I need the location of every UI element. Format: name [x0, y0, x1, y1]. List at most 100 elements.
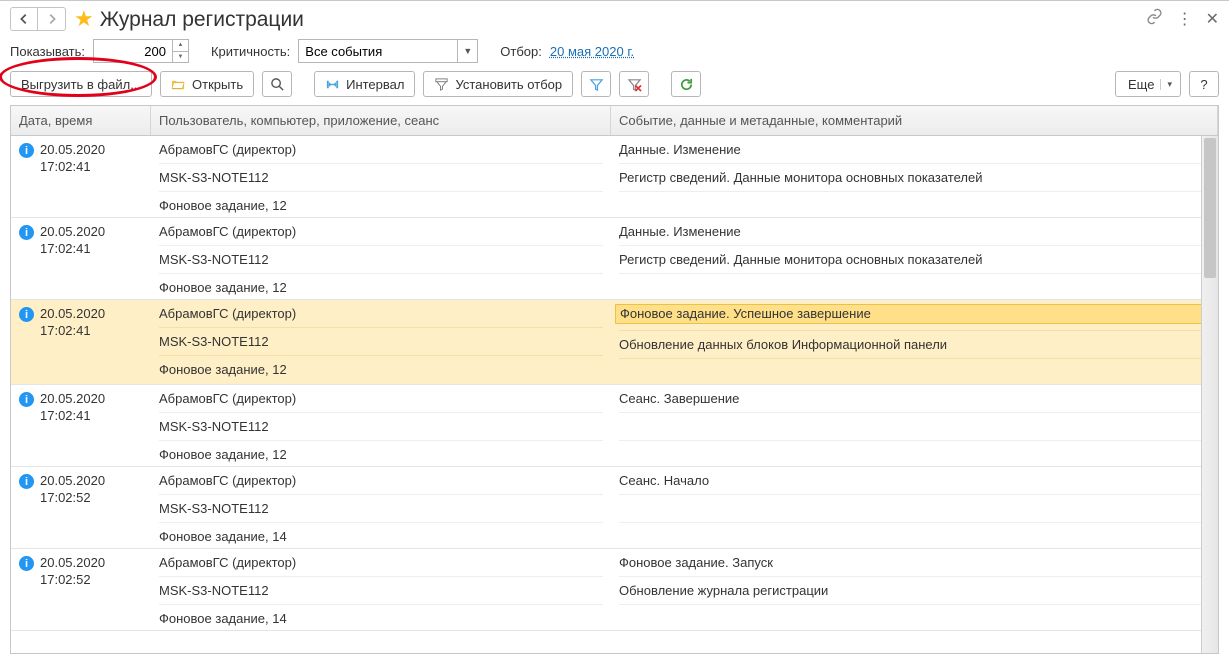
row-event-detail: Регистр сведений. Данные монитора основн… — [619, 163, 1210, 185]
table-row[interactable]: i 20.05.202017:02:41 АбрамовГС (директор) M… — [11, 218, 1218, 300]
selection-label: Отбор: — [500, 44, 542, 59]
export-to-file-button[interactable]: Выгрузить в файл... — [10, 71, 152, 97]
info-icon: i — [19, 556, 34, 571]
nav-forward-button[interactable] — [38, 7, 66, 31]
row-date: 20.05.2020 — [40, 142, 105, 159]
table-row[interactable]: i 20.05.202017:02:52 АбрамовГС (директор) M… — [11, 549, 1218, 631]
interval-icon — [325, 77, 340, 92]
interval-button[interactable]: Интервал — [314, 71, 415, 97]
row-user: АбрамовГС (директор) — [159, 391, 603, 406]
row-event-comment — [619, 522, 1210, 544]
row-host: MSK-S3-NOTE112 — [159, 327, 603, 349]
more-button-label: Еще — [1128, 77, 1154, 92]
table-row[interactable]: i 20.05.202017:02:41 АбрамовГС (директор) M… — [11, 385, 1218, 467]
row-event-detail: Регистр сведений. Данные монитора основн… — [619, 245, 1210, 267]
set-filter-button-label: Установить отбор — [455, 77, 562, 92]
table-row[interactable]: i20.05.202017:02:41АбрамовГС (директор)M… — [11, 300, 1218, 385]
folder-open-icon — [171, 77, 186, 92]
filter-funnel-button[interactable] — [581, 71, 611, 97]
export-button-label: Выгрузить в файл... — [21, 77, 141, 92]
vertical-scrollbar[interactable] — [1201, 136, 1218, 653]
row-event-detail — [619, 412, 1210, 434]
row-date: 20.05.2020 — [40, 391, 105, 408]
show-count-input[interactable] — [93, 39, 173, 63]
row-host: MSK-S3-NOTE112 — [159, 494, 603, 516]
row-event-comment — [619, 604, 1210, 626]
funnel-clear-icon — [627, 77, 642, 92]
info-icon: i — [19, 143, 34, 158]
row-task: Фоновое задание, 12 — [159, 191, 603, 213]
info-icon: i — [19, 307, 34, 322]
link-icon[interactable] — [1146, 8, 1163, 30]
table-row[interactable]: i 20.05.202017:02:41 АбрамовГС (директор) M… — [11, 136, 1218, 218]
row-time: 17:02:52 — [40, 572, 105, 589]
row-event: Сеанс. Начало — [619, 473, 1210, 488]
row-user: АбрамовГС (директор) — [159, 555, 603, 570]
chevron-down-icon: ▾ — [1160, 79, 1172, 90]
row-event-detail: Обновление журнала регистрации — [619, 576, 1210, 598]
row-date: 20.05.2020 — [40, 224, 105, 241]
row-task: Фоновое задание, 14 — [159, 604, 603, 626]
info-icon: i — [19, 392, 34, 407]
help-button-label: ? — [1200, 77, 1207, 92]
selection-date-link[interactable]: 20 мая 2020 г. — [550, 44, 634, 59]
info-icon: i — [19, 474, 34, 489]
column-header-event[interactable]: Событие, данные и метаданные, комментари… — [611, 106, 1218, 135]
row-user: АбрамовГС (директор) — [159, 142, 603, 157]
table-row[interactable]: i 20.05.202017:02:52 АбрамовГС (директор) M… — [11, 467, 1218, 549]
column-header-user[interactable]: Пользователь, компьютер, приложение, сеа… — [151, 106, 611, 135]
row-host: MSK-S3-NOTE112 — [159, 412, 603, 434]
close-icon[interactable]: ✕ — [1206, 9, 1219, 29]
show-label: Показывать: — [10, 44, 85, 59]
row-task: Фоновое задание, 14 — [159, 522, 603, 544]
clear-filter-button[interactable] — [619, 71, 649, 97]
row-date: 20.05.2020 — [40, 473, 105, 490]
severity-label: Критичность: — [211, 44, 290, 59]
row-event: Фоновое задание. Запуск — [619, 555, 1210, 570]
row-time: 17:02:41 — [40, 323, 105, 340]
row-task: Фоновое задание, 12 — [159, 355, 603, 377]
open-button-label: Открыть — [192, 77, 243, 92]
funnel-icon — [589, 77, 604, 92]
row-task: Фоновое задание, 12 — [159, 440, 603, 462]
row-host: MSK-S3-NOTE112 — [159, 576, 603, 598]
show-count-spinner[interactable]: ▲▼ — [173, 39, 189, 63]
open-button[interactable]: Открыть — [160, 71, 254, 97]
row-date: 20.05.2020 — [40, 555, 105, 572]
row-event: Фоновое задание. Успешное завершение — [615, 304, 1214, 324]
nav-back-button[interactable] — [10, 7, 38, 31]
refresh-icon — [679, 77, 694, 92]
help-button[interactable]: ? — [1189, 71, 1219, 97]
row-event-comment — [619, 440, 1210, 462]
row-date: 20.05.2020 — [40, 306, 105, 323]
kebab-menu-icon[interactable]: ⋮ — [1177, 9, 1192, 29]
row-event: Сеанс. Завершение — [619, 391, 1210, 406]
info-icon: i — [19, 225, 34, 240]
row-event-comment — [619, 273, 1210, 295]
row-event-comment — [619, 191, 1210, 213]
row-time: 17:02:52 — [40, 490, 105, 507]
refresh-button[interactable] — [671, 71, 701, 97]
filter-set-icon — [434, 77, 449, 92]
row-user: АбрамовГС (директор) — [159, 224, 603, 239]
row-task: Фоновое задание, 12 — [159, 273, 603, 295]
row-host: MSK-S3-NOTE112 — [159, 245, 603, 267]
more-button[interactable]: Еще ▾ — [1115, 71, 1181, 97]
severity-dropdown-button[interactable]: ▼ — [458, 39, 478, 63]
favorite-star-icon[interactable]: ★ — [74, 8, 94, 30]
severity-select[interactable] — [298, 39, 458, 63]
row-event-detail: Обновление данных блоков Информационной … — [619, 330, 1210, 352]
row-host: MSK-S3-NOTE112 — [159, 163, 603, 185]
row-event-detail — [619, 494, 1210, 516]
magnifier-button[interactable] — [262, 71, 292, 97]
set-filter-button[interactable]: Установить отбор — [423, 71, 573, 97]
interval-button-label: Интервал — [346, 77, 404, 92]
column-header-date[interactable]: Дата, время — [11, 106, 151, 135]
row-time: 17:02:41 — [40, 408, 105, 425]
row-event: Данные. Изменение — [619, 224, 1210, 239]
row-time: 17:02:41 — [40, 241, 105, 258]
row-time: 17:02:41 — [40, 159, 105, 176]
row-user: АбрамовГС (директор) — [159, 473, 603, 488]
magnifier-icon — [270, 77, 285, 92]
log-table: Дата, время Пользователь, компьютер, при… — [10, 105, 1219, 654]
